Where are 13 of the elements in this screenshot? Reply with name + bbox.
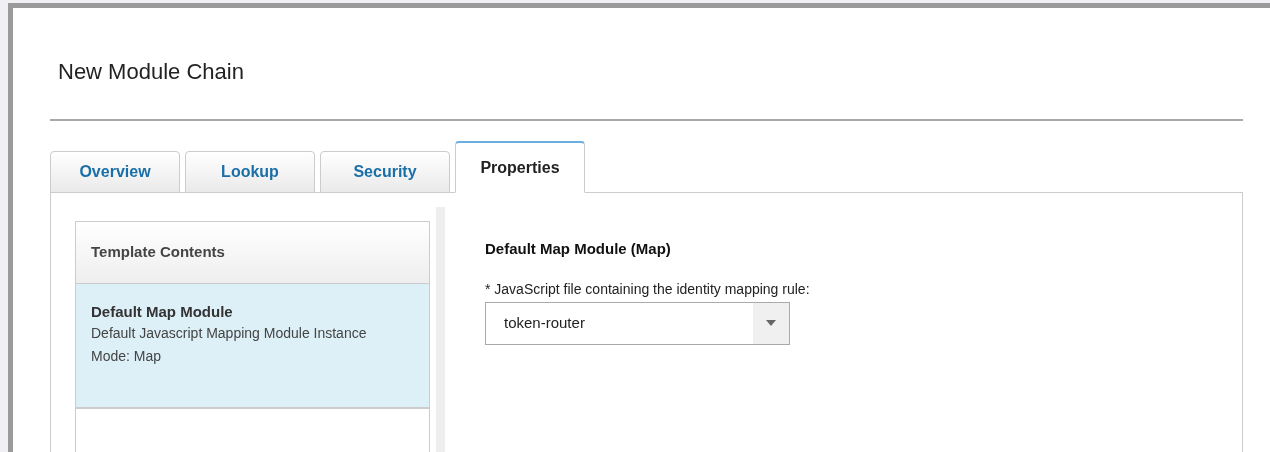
item-name: Default Map Module <box>91 302 234 322</box>
list-item[interactable]: Default Map Module Default Javascript Mapping Module Instance Mode: Map <box>76 284 429 409</box>
tab[interactable]: Properties <box>455 141 585 193</box>
item-description: Default Javascript Mapping Module Instance <box>91 324 368 343</box>
section-heading: Default Map Module (Map) <box>485 239 672 259</box>
dialog-title: New Module Chain <box>57 58 245 86</box>
tab[interactable]: Overview <box>50 151 180 193</box>
item-description: Mode: Map <box>91 347 163 366</box>
tab[interactable]: Lookup <box>185 151 315 193</box>
field-label: * JavaScript file containing the identity mapping rule: <box>485 279 810 299</box>
caret-icon <box>766 320 776 326</box>
tab[interactable]: Security <box>320 151 450 193</box>
dropdown[interactable]: token-router <box>485 301 790 345</box>
